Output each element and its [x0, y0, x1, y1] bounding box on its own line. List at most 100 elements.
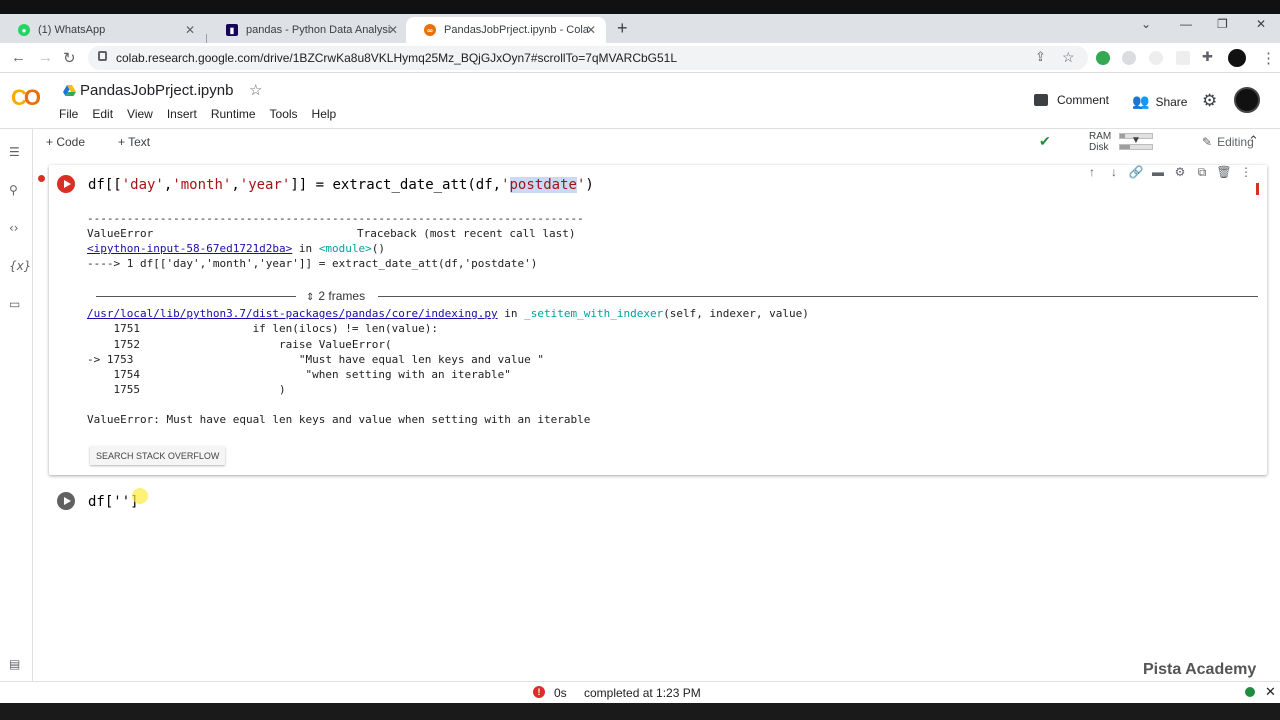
close-icon[interactable]: ✕ [388, 23, 398, 37]
pencil-icon: ✎ [1202, 135, 1213, 149]
mouse-cursor-highlight [132, 488, 148, 504]
reload-icon[interactable]: ↻ [63, 49, 76, 67]
colab-header: CO PandasJobPrject.ipynb ☆ File Edit Vie… [0, 73, 1280, 129]
settings-gear-icon[interactable]: ⚙ [1202, 91, 1217, 111]
mirror-cell-icon[interactable]: ⧉ [1191, 165, 1213, 183]
input-link[interactable]: <ipython-input-58-67ed1721d2ba> [87, 242, 292, 255]
menu-view[interactable]: View [127, 107, 153, 121]
tab-pandas[interactable]: ▮ pandas - Python Data Analysis Lib ✕ [208, 17, 408, 43]
colab-logo[interactable]: CO [11, 85, 41, 111]
files-folder-icon[interactable]: ▭ [9, 297, 20, 311]
comment-button[interactable]: Comment [1034, 93, 1109, 107]
forward-icon[interactable]: → [38, 49, 53, 66]
cell-code[interactable]: df[['day','month','year']] = extract_dat… [88, 177, 594, 193]
tab-search-icon[interactable]: ⌄ [1141, 17, 1151, 31]
disk-label: Disk [1089, 142, 1109, 153]
more-icon[interactable]: ⋮ [1235, 165, 1257, 183]
link-icon[interactable]: 🔗 [1125, 165, 1147, 183]
menu-help[interactable]: Help [312, 107, 337, 121]
menu-runtime[interactable]: Runtime [211, 107, 256, 121]
divider [96, 296, 296, 297]
menu-tools[interactable]: Tools [270, 107, 298, 121]
watermark: Pista Academy [1143, 661, 1257, 678]
move-down-icon[interactable]: ↓ [1103, 165, 1125, 183]
minimize-icon[interactable]: — [1180, 17, 1192, 31]
comment-label: Comment [1057, 93, 1110, 107]
traceback-title: Traceback (most recent call last) [357, 227, 576, 240]
add-text-button[interactable]: + Text [118, 135, 150, 149]
window-close-icon[interactable]: ✕ [1256, 17, 1266, 31]
share-button[interactable]: 👥 Share [1132, 93, 1187, 110]
error-indicator-icon [38, 175, 45, 182]
maximize-icon[interactable]: ❐ [1217, 17, 1228, 31]
share-label: Share [1155, 94, 1188, 109]
add-code-button[interactable]: + Code [46, 135, 85, 149]
close-icon[interactable]: ✕ [185, 23, 195, 37]
collapsed-frames[interactable]: ⇕ 2 frames [96, 289, 1258, 303]
frames-toggle[interactable]: ⇕ 2 frames [306, 289, 365, 303]
tab-colab[interactable]: ∞ PandasJobPrject.ipynb - Colabora ✕ [406, 17, 606, 43]
back-icon[interactable]: ← [11, 49, 26, 66]
ram-bar-fill [1120, 134, 1125, 138]
terminal-icon[interactable]: ▤ [9, 657, 20, 671]
error-status-icon: ! [533, 686, 545, 698]
run-cell-button[interactable] [57, 492, 75, 510]
taskbar [0, 703, 1280, 720]
menu-insert[interactable]: Insert [167, 107, 197, 121]
traceback-arrow-line: ----> 1 df[['day','month','year']] = ext… [87, 257, 538, 270]
star-icon[interactable]: ☆ [249, 81, 262, 99]
close-icon[interactable]: ✕ [586, 23, 596, 37]
completed-text[interactable]: completed at 1:23 PM [584, 686, 701, 700]
extension-icon[interactable] [1122, 51, 1136, 65]
search-stack-overflow-button[interactable]: SEARCH STACK OVERFLOW [90, 446, 226, 465]
output-dashes: ----------------------------------------… [87, 212, 584, 225]
url-field[interactable]: colab.research.google.com/drive/1BZCrwKa… [88, 46, 1088, 70]
move-up-icon[interactable]: ↑ [1081, 165, 1103, 183]
connection-status-icon [1245, 687, 1255, 697]
search-icon[interactable]: ⚲ [9, 183, 18, 197]
extension-icon[interactable] [1096, 51, 1110, 65]
connected-check-icon: ✔ [1039, 133, 1051, 149]
collapse-header-icon[interactable]: ⌃ [1248, 133, 1259, 149]
bookmark-star-icon[interactable]: ☆ [1062, 49, 1075, 66]
menu-file[interactable]: File [59, 107, 78, 121]
extension-icon[interactable] [1176, 51, 1190, 65]
left-sidebar: ☰ ⚲ ‹› {x} ▭ ▤ [0, 129, 33, 681]
profile-avatar[interactable] [1228, 49, 1246, 67]
extension-icon[interactable] [1149, 51, 1163, 65]
editing-mode-button[interactable]: ✎ Editing [1202, 135, 1254, 149]
variables-icon[interactable]: {x} [9, 259, 31, 273]
tab-whatsapp[interactable]: ● (1) WhatsApp ✕ [0, 17, 205, 43]
disk-bar-fill [1120, 145, 1130, 149]
resources-indicator[interactable]: RAM Disk [1089, 131, 1111, 153]
share-page-icon[interactable]: ⇪ [1035, 49, 1046, 65]
execution-time: 0s [554, 686, 567, 700]
avatar[interactable] [1234, 87, 1260, 113]
new-tab-icon[interactable]: + [617, 18, 628, 39]
delete-icon[interactable]: 🗑 [1213, 165, 1235, 183]
browser-menu-icon[interactable]: ⋮ [1261, 49, 1276, 67]
close-status-icon[interactable]: ✕ [1265, 684, 1276, 700]
code-line: 1751 if len(ilocs) != len(value): [87, 322, 438, 335]
resources-dropdown-icon[interactable]: ▼ [1131, 135, 1141, 146]
code-line: 1754 "when setting with an iterable" [87, 368, 511, 381]
pandas-icon: ▮ [226, 24, 238, 36]
expand-icon: ⇕ [306, 292, 315, 303]
error-name: ValueError [87, 227, 154, 240]
code-line: -> 1753 "Must have equal len keys and va… [87, 353, 544, 366]
cell-settings-icon[interactable]: ⚙ [1169, 165, 1191, 183]
run-cell-button[interactable] [57, 175, 75, 193]
traceback-input-line: <ipython-input-58-67ed1721d2ba> in <modu… [87, 242, 386, 255]
menu-edit[interactable]: Edit [92, 107, 113, 121]
cell-code-2[interactable]: df[''] [88, 494, 139, 510]
puzzle-icon[interactable]: ✚ [1202, 49, 1213, 65]
tab-strip: ● (1) WhatsApp ✕ ▮ pandas - Python Data … [0, 14, 1280, 48]
table-of-contents-icon[interactable]: ☰ [9, 145, 20, 159]
notebook-title[interactable]: PandasJobPrject.ipynb [80, 82, 233, 99]
whatsapp-icon: ● [18, 24, 30, 36]
status-bar: ! 0s completed at 1:23 PM ✕ [0, 681, 1280, 703]
file-path-link[interactable]: /usr/local/lib/python3.7/dist-packages/p… [87, 307, 498, 320]
comment-cell-icon[interactable]: ▬ [1147, 165, 1169, 183]
code-snippets-icon[interactable]: ‹› [9, 221, 19, 235]
code-line: 1752 raise ValueError( [87, 338, 392, 351]
